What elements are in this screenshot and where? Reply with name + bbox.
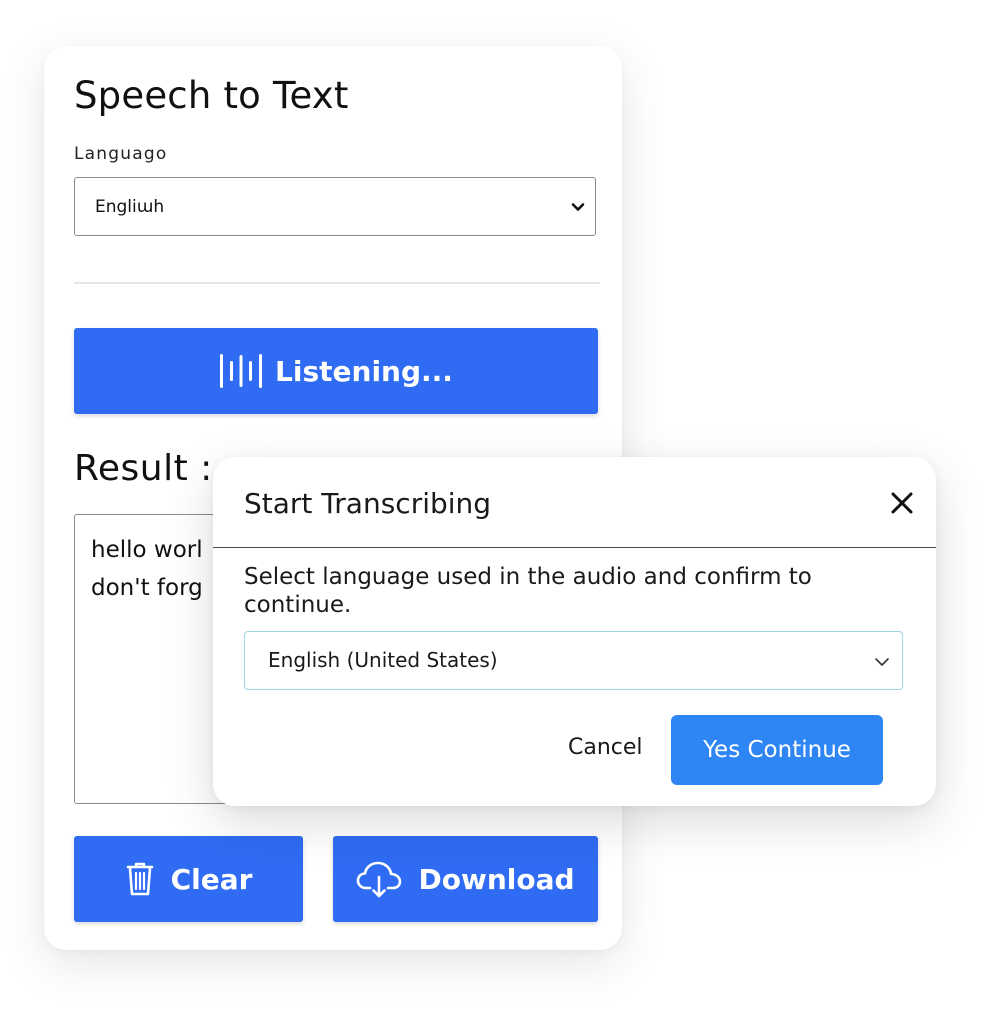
dialog-title: Start Transcribing	[244, 487, 492, 520]
download-button-label: Download	[418, 862, 575, 896]
trash-icon	[126, 862, 153, 896]
result-line: don't forg	[91, 575, 203, 601]
dialog-language-value: English (United States)	[268, 648, 498, 672]
language-label: Languago	[74, 144, 168, 164]
page-title: Speech to Text	[74, 74, 349, 117]
dialog-divider	[213, 547, 936, 548]
close-icon[interactable]	[890, 491, 914, 515]
clear-button[interactable]: Clear	[74, 836, 303, 922]
sound-wave-icon	[220, 354, 263, 388]
yes-continue-button[interactable]: Yes Continue	[671, 715, 883, 785]
clear-button-label: Clear	[170, 862, 253, 896]
dialog-language-select[interactable]: English (United States)	[244, 631, 903, 690]
download-button[interactable]: Download	[333, 836, 598, 922]
section-divider	[74, 282, 600, 284]
start-transcribing-dialog: Start Transcribing Select language used …	[213, 457, 936, 806]
listening-button[interactable]: Listening...	[74, 328, 598, 414]
chevron-down-icon	[571, 203, 585, 211]
cloud-download-icon	[357, 861, 402, 898]
chevron-down-icon	[875, 658, 889, 666]
dialog-message: Select language used in the audio and co…	[244, 564, 812, 618]
listening-button-label: Listening...	[275, 354, 453, 388]
cancel-button[interactable]: Cancel	[568, 735, 643, 760]
language-select[interactable]: Engliɯh	[74, 177, 596, 236]
stage: Speech to Text Languago Engliɯh Listenin…	[0, 0, 990, 1024]
language-select-value: Engliɯh	[95, 197, 165, 217]
result-heading: Result :	[74, 448, 213, 489]
result-line: hello worl	[91, 537, 203, 563]
